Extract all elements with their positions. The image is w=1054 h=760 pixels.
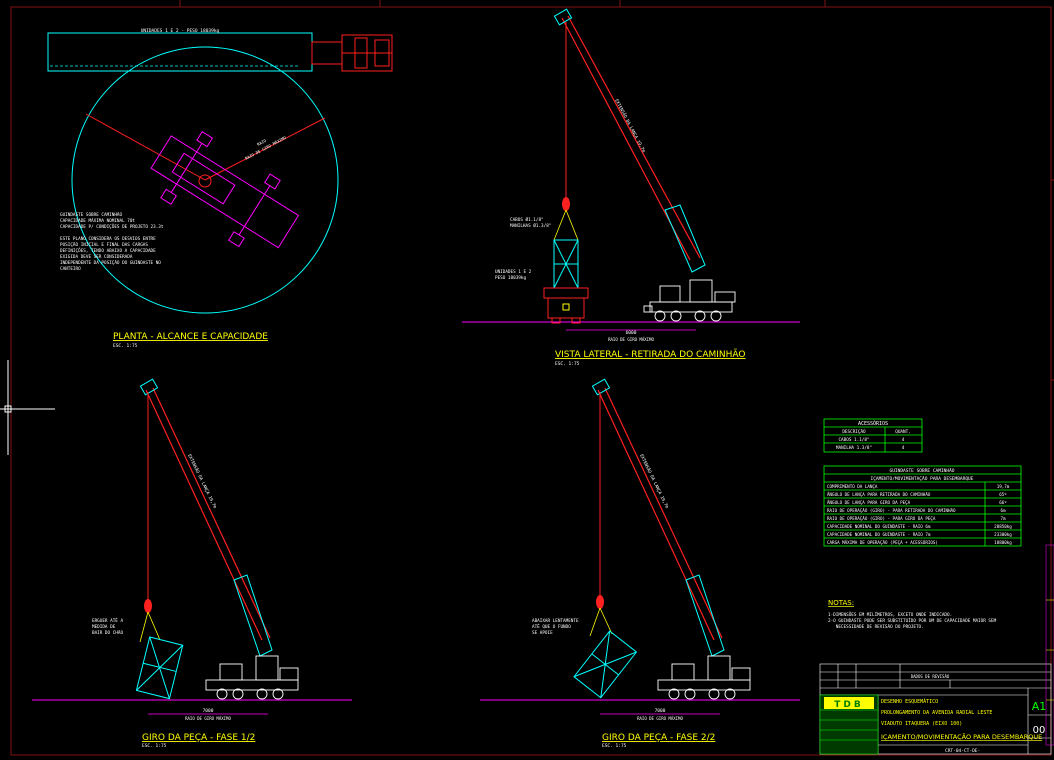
cable-label-1: CABOS Ø1.1/8" [510,216,544,223]
title-line-4: IÇAMENTO/MOVIMENTAÇÃO PARA DESEMBARQUE [881,732,1042,741]
crane-table-value: 28850kg [994,524,1012,529]
crane-table-label: RAIO DE OPERAÇÃO (GIRO) - PARA GIRO DA P… [827,516,936,521]
crane-table-rows: COMPRIMENTO DA LANÇA 19,7m ÂNGULO DE LANÇA… [827,484,1012,545]
plan-note-line: EXIGIDA DEVE SER CONSIDERADA [60,254,133,260]
revision-number: 00 [1033,725,1046,736]
crane-table-label: CARGA MÁXIMA DE OPERAÇÃO (PEÇA + ACESSÓR… [827,540,938,545]
crane-truck-phase1 [205,655,299,700]
phase2-note-1: ABAIXAR LENTAMENTE [532,618,579,624]
drawing-code: CRT-04-CT-DE- [945,748,980,754]
crane-table-value: 65º [999,492,1007,497]
load-label-2: PESO 18039kg [495,275,526,281]
phase1-note-1: ERGUER ATÉ A [92,616,123,624]
accessories-title: ACESSÓRIOS [858,420,888,427]
notes-line: 1-DIMENSÕES EM MILÍMETROS, EXCETO ONDE I… [828,610,952,618]
crane-table-subtitle: IÇAMENTO/MOVIMENTAÇÃO PARA DESEMBARQUE [871,475,974,482]
plan-note-line: CANTEIRO [60,266,81,272]
plan-note-line: CAPACIDADE P/ CONDIÇÕES DE PROJETO 23.3t [60,223,164,230]
crane-truck-phase2 [657,655,751,700]
dim-value-phase1: 7000 [203,708,214,714]
boom-phase2 [591,378,725,657]
accessories-cell: CABOS 1.1/8" [838,437,869,443]
load-label-1: UNIDADES 1 E 2 [495,269,532,275]
title-line-3: VIADUTO ITAQUERA (EIXO 100) [881,721,962,727]
cable-label-2: MANILHAS Ø1.3/8" [510,222,551,229]
plan-note-line: POSIÇÃO INICIAL E FINAL DAS CARGAS [60,241,148,248]
phase2-view[interactable]: EXTENSÃO DA LANÇA 19,7m ABAIXAR LENTAMEN… [480,378,800,749]
phase2-title: GIRO DA PEÇA - FASE 2/2 [602,733,715,743]
dim-label-phase2: RAIO DE GIRO MÁXIMO [637,716,683,721]
boom-phase2-label: EXTENSÃO DA LANÇA 19,7m [638,453,671,510]
title-line-1: DESENHO ESQUEMÁTICO [881,698,938,705]
crane-table-value: 23300kg [994,532,1012,537]
crane-table-label: RAIO DE OPERAÇÃO (GIRO) - PARA RETIRADA … [827,508,956,513]
crosshair-cursor [0,360,55,455]
crane-table-value: 18800kg [994,540,1012,545]
crane-table-label: CAPACIDADE NOMINAL DO GUINDASTE - RAIO 7… [827,532,931,537]
dim-label-lateral: RAIO DE GIRO MÁXIMO [608,337,654,342]
load-lateral [553,239,579,289]
slew-center [198,174,212,188]
boom-phase1-label: EXTENSÃO DA LANÇA 19,7m [186,453,219,510]
plan-note-line: DEFINIÇÕES, TENDO ABAIXO A CAPACIDADE [60,247,156,254]
crane-table-label: ÂNGULO DE LANÇA PARA RETIRADA DO CAMINHÃ… [827,492,931,497]
hook-phase1 [144,599,152,613]
accessories-cell: MANILHA 1.3/8" [836,445,872,451]
phase1-note-3: BAIR DO CHÃO [92,629,123,636]
crane-table-label: ÂNGULO DE LANÇA PARA GIRO DA PEÇA [827,500,911,505]
plan-title: PLANTA - ALCANCE E CAPACIDADE [113,332,268,342]
rev-header: DADOS DE REVISÃO [911,674,950,679]
drawing-canvas[interactable]: UNIDADES 1 E 2 - PESO 18039kg RAIO RAIO … [0,0,1054,760]
plan-note-line: GUINDASTE SOBRE CAMINHÃO [60,211,122,218]
lateral-title: VISTA LATERAL - RETIRADA DO CAMINHÃO [555,349,745,360]
lateral-scale: ESC. 1:75 [555,361,580,367]
crane-table-value: 66º [999,500,1007,505]
boom-phase1 [139,378,273,657]
phase1-view[interactable]: EXTENSÃO DA LANÇA 19,7m ERGUER ATÉ A MED… [32,378,352,749]
truck-rear [543,287,589,324]
radius-label-2: RAIO DE GIRO MÁXIMO [244,135,287,161]
plan-note-line: ESTE PLANO CONSIDERA OS DESVIOS ENTRE [60,236,156,242]
load-phase1 [135,636,184,700]
dim-label-phase1: RAIO DE GIRO MÁXIMO [185,716,231,721]
slings-lateral [553,209,579,241]
phase2-scale: ESC. 1:75 [602,743,627,749]
accessories-header-qty: QUANT. [895,429,911,435]
plan-notes: GUINDASTE SOBRE CAMINHÃO CAPACIDADE MÁXI… [60,211,164,272]
lateral-view[interactable]: EXTENSÃO DA LANÇA 19,7m CABOS Ø1.1/8" MA… [462,8,800,367]
accessories-cell: 4 [902,437,905,443]
crane-truck-lateral [643,279,736,322]
crane-table-value: 19,7m [997,484,1010,489]
truck-plan [47,32,393,72]
notes-line: NECESSIDADE DE REVISÃO DO PROJETO. [828,623,924,630]
plan-note-line: INDEPENDENTE DA POSIÇÃO DO GUINDASTE NO [60,259,161,266]
hook-phase2 [596,595,604,609]
title-line-2: PROLONGAMENTO DA AVENIDA RADIAL LESTE [881,710,992,716]
phase1-scale: ESC. 1:75 [142,743,167,749]
plan-scale: ESC. 1:75 [113,343,138,349]
phase1-note-2: MEDIDA DE [92,624,116,630]
dim-value-lateral: 6000 [626,330,637,336]
load-phase2 [573,630,638,699]
sheet-size: A1 [1032,700,1047,713]
accessories-header-desc: DESCRIÇÃO [842,428,866,435]
crane-table-title: GUINDASTE SOBRE CAMINHÃO [889,467,954,474]
plan-note-line: CAPACIDADE MÁXIMA NOMINAL 70t [60,217,135,224]
crane-table-label: COMPRIMENTO DA LANÇA [827,484,878,489]
hook-lateral [562,197,570,211]
crane-table-value: 6m [1000,508,1006,513]
notes-title: NOTAS: [828,599,854,607]
crane-table-value: 7m [1000,516,1006,521]
dim-value-phase2: 7000 [655,708,666,714]
radius-line-1 [85,113,206,181]
phase2-note-3: SE APOIE [532,630,553,636]
company-logo: TDB [834,700,863,710]
boom-lateral [553,8,706,273]
phase1-title: GIRO DA PEÇA - FASE 1/2 [142,733,255,743]
crane-table-label: CAPACIDADE NOMINAL DO GUINDASTE - RAIO 6… [827,524,931,529]
plan-view[interactable]: UNIDADES 1 E 2 - PESO 18039kg RAIO RAIO … [47,28,393,349]
accessories-cell: 4 [902,445,905,451]
truck-plan-label: UNIDADES 1 E 2 - PESO 18039kg [141,28,220,34]
